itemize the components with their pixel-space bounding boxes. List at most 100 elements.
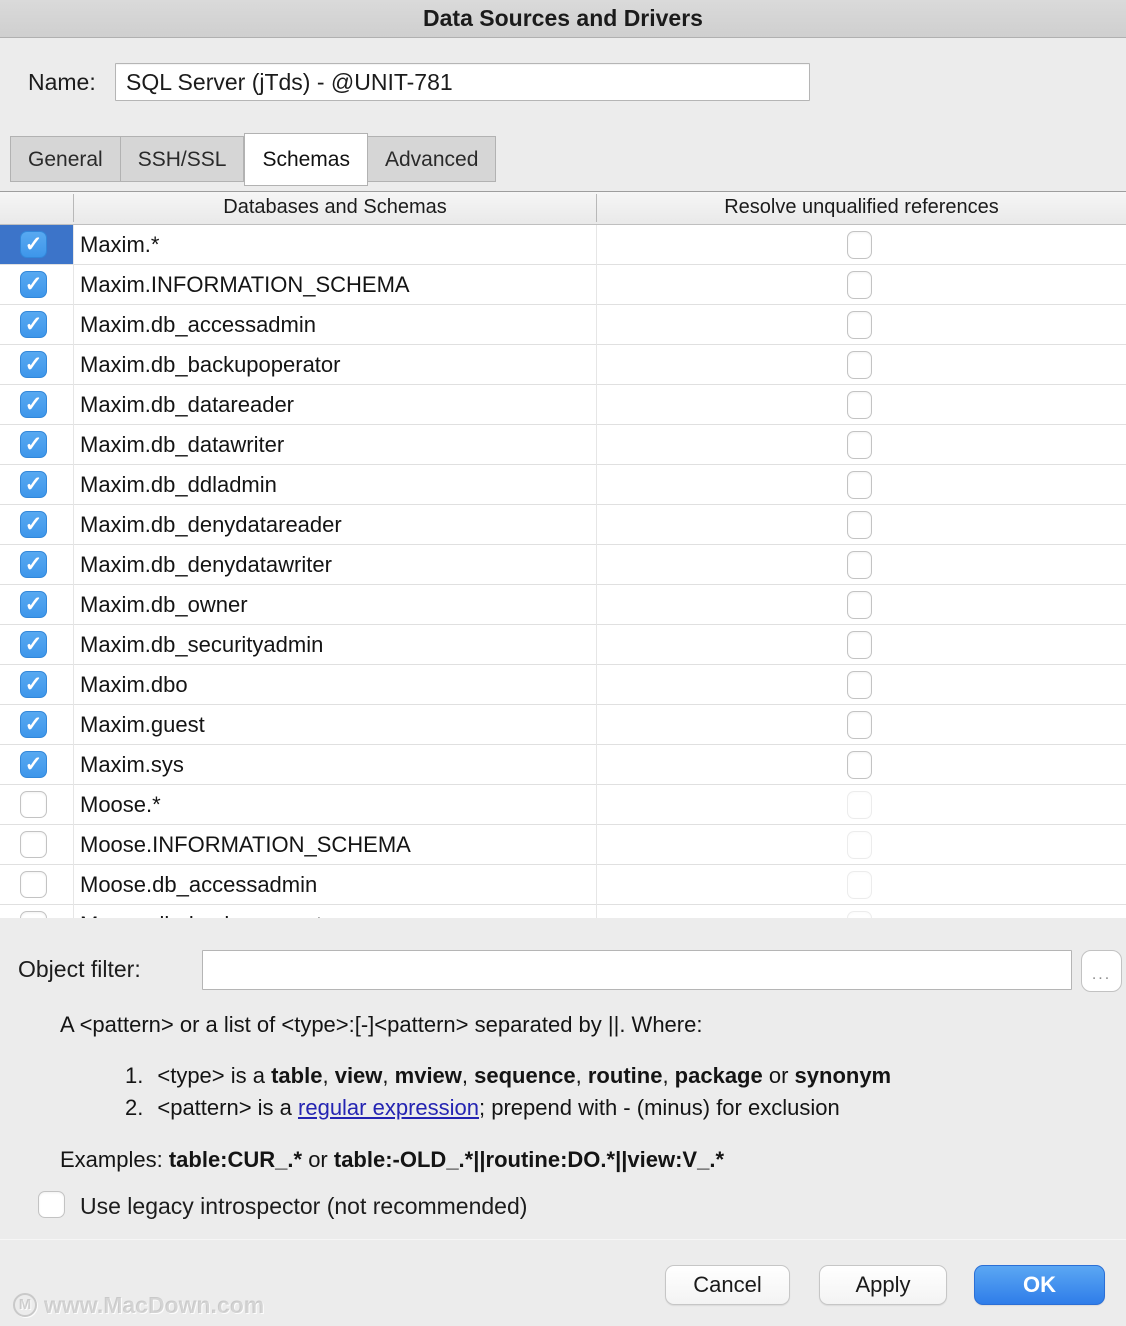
- table-row[interactable]: Maxim.db_denydatawriter: [0, 545, 1126, 585]
- schema-name[interactable]: Moose.db_accessadmin: [80, 865, 317, 904]
- object-filter-input[interactable]: [202, 950, 1072, 990]
- resolve-checkbox[interactable]: [847, 311, 872, 339]
- column-header-databases[interactable]: Databases and Schemas: [73, 192, 597, 225]
- table-row[interactable]: Moose.db_backupoperator: [0, 905, 1126, 918]
- resolve-checkbox[interactable]: [847, 751, 872, 779]
- resolve-checkbox[interactable]: [847, 391, 872, 419]
- table-row[interactable]: Maxim.db_backupoperator: [0, 345, 1126, 385]
- resolve-checkbox[interactable]: [847, 591, 872, 619]
- window-titlebar[interactable]: Data Sources and Drivers: [0, 0, 1126, 38]
- resolve-checkbox[interactable]: [847, 231, 872, 259]
- object-filter-browse-button[interactable]: ...: [1081, 950, 1122, 992]
- tab-advanced[interactable]: Advanced: [368, 136, 496, 182]
- cancel-button[interactable]: Cancel: [665, 1265, 790, 1305]
- resolve-checkbox[interactable]: [847, 471, 872, 499]
- schema-name[interactable]: Maxim.db_securityadmin: [80, 625, 323, 664]
- resolve-checkbox[interactable]: [847, 271, 872, 299]
- footer-divider: [0, 1239, 1126, 1240]
- resolve-checkbox[interactable]: [847, 711, 872, 739]
- list-number: 2.: [125, 1095, 143, 1121]
- schema-name[interactable]: Maxim.db_datawriter: [80, 425, 284, 464]
- legacy-introspector-checkbox[interactable]: [38, 1191, 65, 1218]
- table-row[interactable]: Moose.*: [0, 785, 1126, 825]
- schema-name[interactable]: Moose.INFORMATION_SCHEMA: [80, 825, 411, 864]
- schema-checkbox[interactable]: [20, 591, 47, 618]
- ok-button[interactable]: OK: [974, 1265, 1105, 1305]
- name-input[interactable]: [115, 63, 810, 101]
- column-header-resolve[interactable]: Resolve unqualified references: [597, 192, 1126, 225]
- macdown-logo-icon: M: [13, 1293, 37, 1317]
- schema-name[interactable]: Maxim.db_denydatawriter: [80, 545, 332, 584]
- table-row[interactable]: Maxim.guest: [0, 705, 1126, 745]
- schema-name[interactable]: Maxim.db_denydatareader: [80, 505, 342, 544]
- tab-schemas[interactable]: Schemas: [244, 133, 368, 186]
- plain-text: or: [302, 1147, 334, 1172]
- schema-name[interactable]: Maxim.db_backupoperator: [80, 345, 340, 384]
- schema-name[interactable]: Moose.*: [80, 785, 161, 824]
- schema-checkbox[interactable]: [20, 511, 47, 538]
- schema-checkbox[interactable]: [20, 671, 47, 698]
- table-row[interactable]: Maxim.db_accessadmin: [0, 305, 1126, 345]
- bold-text: view: [335, 1063, 383, 1088]
- resolve-checkbox[interactable]: [847, 631, 872, 659]
- filter-examples: Examples: table:CUR_.* or table:-OLD_.*|…: [60, 1147, 724, 1173]
- table-row[interactable]: Maxim.sys: [0, 745, 1126, 785]
- schema-name[interactable]: Maxim.guest: [80, 705, 205, 744]
- schema-checkbox[interactable]: [20, 231, 47, 258]
- schema-name[interactable]: Maxim.*: [80, 225, 159, 264]
- schema-checkbox[interactable]: [20, 551, 47, 578]
- schema-name[interactable]: Maxim.INFORMATION_SCHEMA: [80, 265, 410, 304]
- schema-name[interactable]: Maxim.dbo: [80, 665, 188, 704]
- tab-general[interactable]: General: [10, 136, 121, 182]
- schema-checkbox[interactable]: [20, 911, 47, 918]
- data-sources-dialog: { "window": { "title": "Data Sources and…: [0, 0, 1126, 1326]
- apply-button[interactable]: Apply: [819, 1265, 947, 1305]
- schema-checkbox[interactable]: [20, 351, 47, 378]
- table-row[interactable]: Moose.db_accessadmin: [0, 865, 1126, 905]
- tab-ssh-ssl[interactable]: SSH/SSL: [121, 136, 245, 182]
- bold-text: synonym: [795, 1063, 892, 1088]
- resolve-checkbox[interactable]: [847, 351, 872, 379]
- schema-name[interactable]: Maxim.db_datareader: [80, 385, 294, 424]
- schema-name[interactable]: Maxim.db_owner: [80, 585, 248, 624]
- resolve-checkbox[interactable]: [847, 671, 872, 699]
- resolve-checkbox[interactable]: [847, 511, 872, 539]
- window-title: Data Sources and Drivers: [0, 0, 1126, 37]
- table-row[interactable]: Maxim.INFORMATION_SCHEMA: [0, 265, 1126, 305]
- table-row[interactable]: Maxim.db_datawriter: [0, 425, 1126, 465]
- column-header-checkbox[interactable]: [0, 192, 73, 225]
- schema-checkbox[interactable]: [20, 431, 47, 458]
- table-row[interactable]: Maxim.dbo: [0, 665, 1126, 705]
- list-number: 1.: [125, 1063, 143, 1089]
- schema-checkbox-cell: [0, 545, 73, 584]
- schema-name[interactable]: Moose.db_backupoperator: [80, 905, 342, 918]
- table-row[interactable]: Maxim.db_denydatareader: [0, 505, 1126, 545]
- schema-checkbox[interactable]: [20, 871, 47, 898]
- schema-checkbox-cell-selected: [0, 225, 73, 264]
- resolve-checkbox[interactable]: [847, 431, 872, 459]
- table-body: Maxim.*Maxim.INFORMATION_SCHEMAMaxim.db_…: [0, 225, 1126, 918]
- schema-checkbox[interactable]: [20, 391, 47, 418]
- bold-text: table:-OLD_.*||routine:DO.*||view:V_.*: [334, 1147, 724, 1172]
- schema-checkbox[interactable]: [20, 711, 47, 738]
- schema-checkbox[interactable]: [20, 751, 47, 778]
- schema-checkbox[interactable]: [20, 831, 47, 858]
- table-row[interactable]: Maxim.db_ddladmin: [0, 465, 1126, 505]
- schema-checkbox-cell: [0, 785, 73, 824]
- table-row[interactable]: Maxim.db_securityadmin: [0, 625, 1126, 665]
- table-row[interactable]: Maxim.*: [0, 225, 1126, 265]
- schema-checkbox[interactable]: [20, 471, 47, 498]
- bold-text: table:CUR_.*: [169, 1147, 302, 1172]
- schema-checkbox[interactable]: [20, 271, 47, 298]
- table-row[interactable]: Maxim.db_datareader: [0, 385, 1126, 425]
- schema-checkbox[interactable]: [20, 631, 47, 658]
- schema-name[interactable]: Maxim.sys: [80, 745, 184, 784]
- schema-checkbox[interactable]: [20, 311, 47, 338]
- schema-name[interactable]: Maxim.db_ddladmin: [80, 465, 277, 504]
- table-row[interactable]: Maxim.db_owner: [0, 585, 1126, 625]
- regular-expression-link[interactable]: regular expression: [298, 1095, 479, 1120]
- resolve-checkbox[interactable]: [847, 551, 872, 579]
- schema-checkbox[interactable]: [20, 791, 47, 818]
- schema-name[interactable]: Maxim.db_accessadmin: [80, 305, 316, 344]
- table-row[interactable]: Moose.INFORMATION_SCHEMA: [0, 825, 1126, 865]
